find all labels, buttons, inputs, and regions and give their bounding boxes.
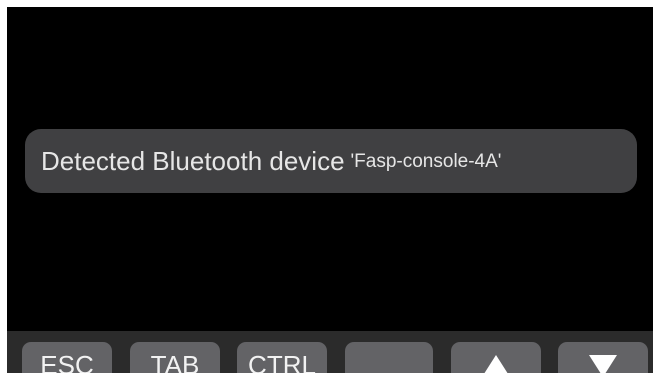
ctrl-key[interactable]: CTRL: [237, 342, 327, 373]
bluetooth-toast: Detected Bluetooth device 'Fasp-console-…: [25, 129, 637, 193]
up-arrow-icon: [484, 355, 508, 373]
extra-keys-bar: ESC TAB CTRL: [7, 331, 653, 373]
up-arrow-key[interactable]: [451, 342, 541, 373]
esc-key[interactable]: ESC: [22, 342, 112, 373]
device-frame: Detected Bluetooth device 'Fasp-console-…: [0, 0, 659, 373]
down-arrow-key[interactable]: [558, 342, 648, 373]
blank-key[interactable]: [345, 342, 433, 373]
toast-message: Detected Bluetooth device: [41, 145, 345, 176]
toast-device-name: 'Fasp-console-4A': [350, 151, 502, 172]
tab-key[interactable]: TAB: [130, 342, 220, 373]
terminal-screen: Detected Bluetooth device 'Fasp-console-…: [7, 7, 653, 373]
down-arrow-icon: [589, 355, 617, 373]
